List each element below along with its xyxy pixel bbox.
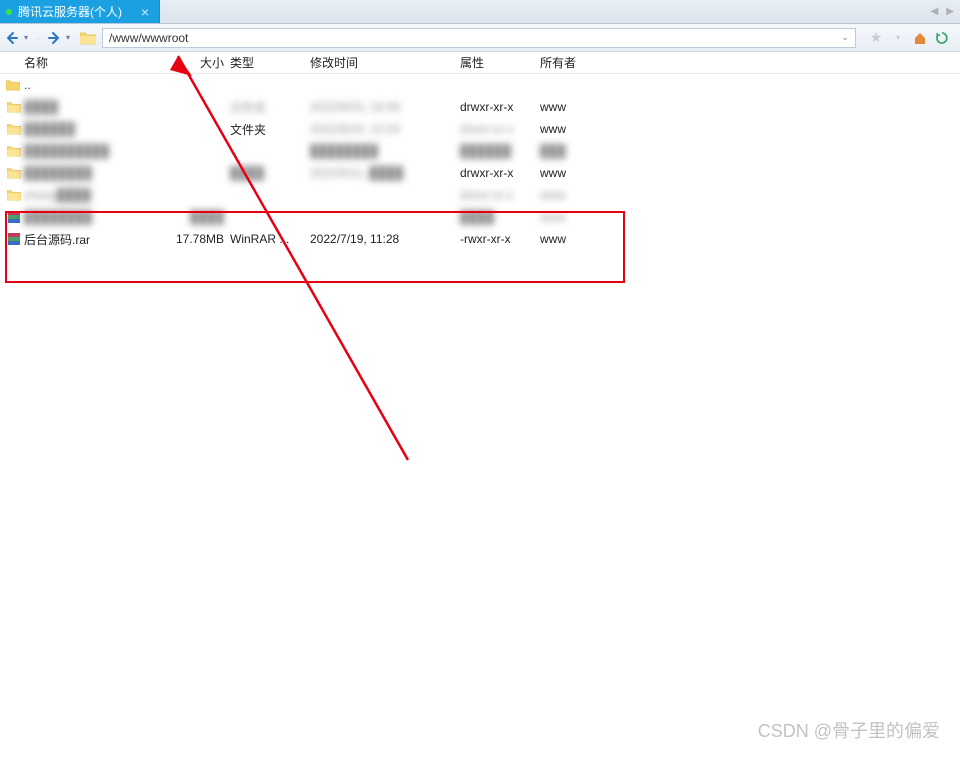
file-size: 17.78MB (168, 232, 230, 246)
parent-folder-icon (6, 79, 22, 91)
file-modified: 2022/8/20, 16:48 (310, 100, 460, 114)
file-owner: www (540, 232, 620, 246)
file-type: WinRAR ... (230, 232, 310, 246)
file-owner: www (540, 122, 620, 136)
toolbar: ▾ · ▾ ⌄ ★ ▾ (0, 24, 960, 52)
file-owner: ███ (540, 144, 620, 158)
header-attr[interactable]: 属性 (460, 54, 540, 71)
file-name: ██████ (22, 122, 168, 136)
nav-forward-dropdown-icon[interactable]: ▾ (64, 33, 72, 42)
nav-back-dropdown-icon[interactable]: ▾ (22, 33, 30, 42)
home-icon[interactable] (912, 30, 928, 46)
file-row[interactable]: zhang████ drwxr-xr-xwww (0, 184, 960, 206)
folder-icon (6, 145, 22, 157)
file-size: ████ (168, 210, 230, 224)
file-name: ████ (22, 100, 168, 114)
file-type: 文件夹 (230, 121, 310, 138)
address-bar[interactable]: ⌄ (102, 28, 856, 48)
file-attr: drwxr-xr-x (460, 122, 540, 136)
file-row[interactable]: ████████████████www (0, 206, 960, 228)
file-attr: ██████ (460, 144, 540, 158)
nav-back-button[interactable] (4, 30, 20, 46)
folder-icon (6, 123, 22, 135)
folder-icon (6, 101, 22, 113)
file-row[interactable]: ████████████2022/5/11, ████drwxr-xr-xwww (0, 162, 960, 184)
file-row[interactable]: ████ 文件夹2022/8/20, 16:48drwxr-xr-xwww (0, 96, 960, 118)
watermark: CSDN @骨子里的偏爱 (758, 717, 940, 743)
file-row[interactable]: 后台源码.rar17.78MBWinRAR ...2022/7/19, 11:2… (0, 228, 960, 250)
file-attr: drwxr-xr-x (460, 188, 540, 202)
parent-dir-row[interactable]: .. (0, 74, 960, 96)
favorite-icon[interactable]: ★ (868, 30, 884, 46)
file-attr: drwxr-xr-x (460, 166, 540, 180)
tab-scroll-left-icon[interactable]: ◀ (931, 6, 939, 17)
file-owner: www (540, 166, 620, 180)
file-list-header: 名称 大小 类型 修改时间 属性 所有者 (0, 52, 960, 74)
file-row[interactable]: ██████ 文件夹2022/8/24, 12:24drwxr-xr-xwww (0, 118, 960, 140)
nav-separator: · (32, 31, 44, 45)
file-attr: ████ (460, 210, 540, 224)
file-row[interactable]: ███████████████████████████ (0, 140, 960, 162)
file-modified: 2022/8/24, 12:24 (310, 122, 460, 136)
archive-icon (6, 232, 22, 246)
path-folder-icon (80, 31, 96, 45)
tab-server[interactable]: 腾讯云服务器(个人) × (0, 0, 160, 23)
file-attr: -rwxr-xr-x (460, 232, 540, 246)
file-list: ████文件夹2022/8/20, 16:48drwxr-xr-xwww████… (0, 96, 960, 250)
status-dot-icon (6, 9, 12, 15)
titlebar: 腾讯云服务器(个人) × ◀ ▶ (0, 0, 960, 24)
file-attr: drwxr-xr-x (460, 100, 540, 114)
titlebar-right: ◀ ▶ (931, 0, 960, 23)
header-owner[interactable]: 所有者 (540, 54, 620, 71)
file-name: 后台源码.rar (22, 231, 168, 248)
file-name: ████████ (22, 210, 168, 224)
favorite-dropdown-icon[interactable]: ▾ (890, 30, 906, 46)
file-name: zhang████ (22, 188, 168, 202)
toolbar-right: ★ ▾ (862, 30, 956, 46)
tab-scroll-right-icon[interactable]: ▶ (946, 6, 954, 17)
file-owner: www (540, 210, 620, 224)
file-type: ████ (230, 166, 310, 180)
folder-icon (6, 189, 22, 201)
archive-icon (6, 210, 22, 224)
file-owner: www (540, 188, 620, 202)
file-owner: www (540, 100, 620, 114)
file-modified: ████████ (310, 144, 460, 158)
file-modified: 2022/5/11, ████ (310, 166, 460, 180)
tab-label: 腾讯云服务器(个人) (18, 3, 135, 20)
header-size[interactable]: 大小 (168, 54, 230, 71)
refresh-icon[interactable] (934, 30, 950, 46)
address-dropdown-icon[interactable]: ⌄ (841, 32, 849, 43)
header-modified[interactable]: 修改时间 (310, 54, 460, 71)
tab-close-icon[interactable]: × (141, 4, 149, 20)
file-type: 文件夹 (230, 99, 310, 116)
file-modified: 2022/7/19, 11:28 (310, 232, 460, 246)
file-name: ██████████ (22, 144, 168, 158)
parent-dir-label: .. (22, 78, 31, 92)
path-input[interactable] (109, 31, 841, 45)
header-name[interactable]: 名称 (22, 54, 168, 71)
folder-icon (6, 167, 22, 179)
header-type[interactable]: 类型 (230, 54, 310, 71)
file-name: ████████ (22, 166, 168, 180)
nav-forward-button[interactable] (46, 30, 62, 46)
